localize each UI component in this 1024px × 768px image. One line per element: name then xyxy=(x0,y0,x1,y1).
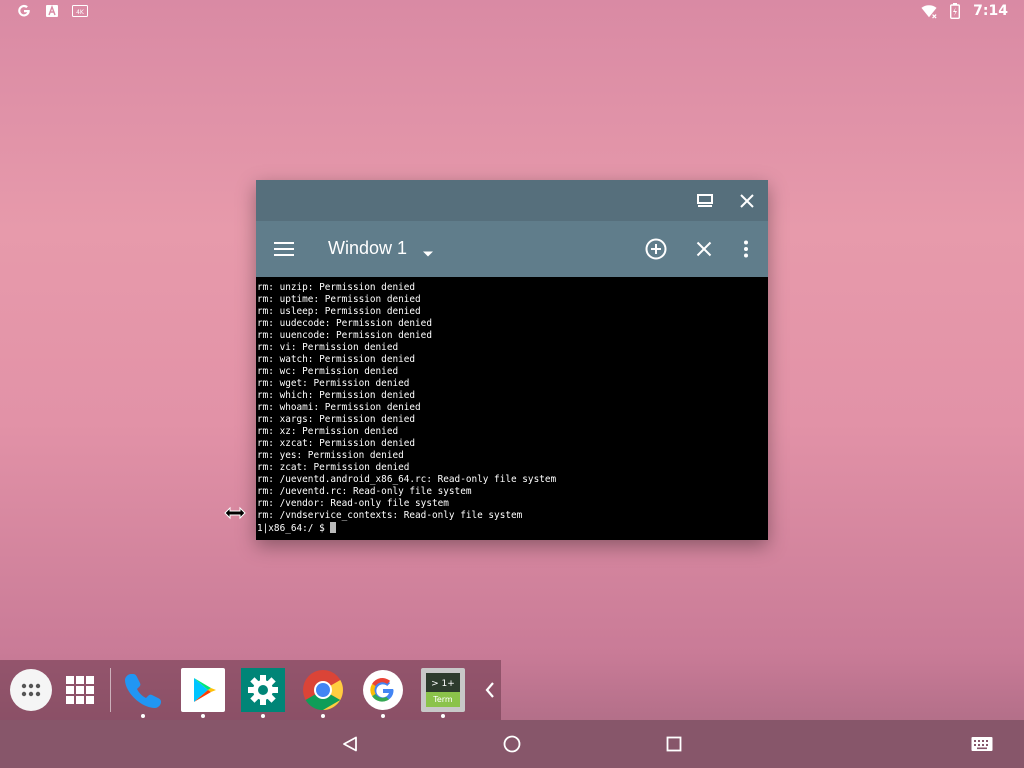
keyboard-icon xyxy=(971,737,993,751)
back-triangle-icon xyxy=(343,736,357,752)
all-apps-button[interactable] xyxy=(9,668,53,712)
terminal-line: rm: zcat: Permission denied xyxy=(257,462,410,473)
phone-running-indicator xyxy=(141,714,145,718)
taskbar: > 1+ Term xyxy=(0,660,501,720)
google-running-indicator xyxy=(381,714,385,718)
google-g-icon xyxy=(16,3,32,19)
all-apps-icon xyxy=(10,669,52,711)
terminal-prompt: 1|x86_64:/ $ xyxy=(257,523,331,534)
dropdown-arrow-icon xyxy=(423,251,433,257)
chevron-left-icon xyxy=(485,682,494,698)
terminal-line: rm: xargs: Permission denied xyxy=(257,414,416,425)
terminal-running-indicator xyxy=(441,714,445,718)
terminal-line: rm: /vndservice_contexts: Read-only file… xyxy=(257,510,523,521)
play-store-app-button[interactable] xyxy=(181,668,225,712)
resize-horizontal-cursor-icon xyxy=(224,505,246,524)
window-caption-bar[interactable] xyxy=(256,180,768,221)
text-a-icon xyxy=(44,3,60,19)
navigation-bar xyxy=(0,720,1024,768)
terminal-line: rm: vi: Permission denied xyxy=(257,342,399,353)
terminal-line: rm: xz: Permission denied xyxy=(257,426,399,437)
settings-gear-icon xyxy=(241,668,285,712)
terminal-line: rm: uuencode: Permission denied xyxy=(257,330,432,341)
settings-running-indicator xyxy=(261,714,265,718)
wifi-icon xyxy=(921,3,937,19)
terminal-line: rm: xzcat: Permission denied xyxy=(257,438,416,449)
taskbar-divider xyxy=(110,668,111,712)
keyboard-button[interactable] xyxy=(970,732,994,756)
text-cursor xyxy=(330,522,337,533)
home-button[interactable] xyxy=(500,732,524,756)
terminal-line: rm: wc: Permission denied xyxy=(257,366,399,377)
taskbar-collapse-button[interactable] xyxy=(478,668,502,712)
clock: 7:14 xyxy=(973,3,1008,19)
back-button[interactable] xyxy=(338,732,362,756)
status-bar: 4K 7:14 xyxy=(0,0,1024,24)
terminal-line: rm: whoami: Permission denied xyxy=(257,402,421,413)
google-icon xyxy=(363,670,403,710)
chrome-app-button[interactable] xyxy=(301,668,345,712)
recents-square-icon xyxy=(666,736,682,752)
chrome-running-indicator xyxy=(321,714,325,718)
close-icon xyxy=(696,241,712,257)
svg-text:4K: 4K xyxy=(76,9,85,16)
4k-icon: 4K xyxy=(72,3,88,19)
window-close-button[interactable] xyxy=(736,190,758,212)
grid-icon xyxy=(66,676,94,704)
menu-button[interactable] xyxy=(272,237,296,261)
terminal-line: rm: uptime: Permission denied xyxy=(257,294,421,305)
new-window-button[interactable] xyxy=(644,237,668,261)
home-circle-icon xyxy=(503,735,521,753)
maximize-icon xyxy=(697,194,713,207)
terminal-lines: rm: unzip: Permission denied rm: uptime: … xyxy=(257,282,768,522)
terminal-output[interactable]: rm: unzip: Permission denied rm: uptime: … xyxy=(256,277,768,540)
google-app-button[interactable] xyxy=(361,668,405,712)
play-store-icon xyxy=(181,668,225,712)
terminal-line: rm: uudecode: Permission denied xyxy=(257,318,432,329)
battery-icon xyxy=(947,3,963,19)
terminal-line: rm: which: Permission denied xyxy=(257,390,416,401)
terminal-icon-label: Term xyxy=(432,695,453,704)
close-window-button[interactable] xyxy=(692,237,716,261)
terminal-line: rm: wget: Permission denied xyxy=(257,378,410,389)
terminal-app-button[interactable]: > 1+ Term xyxy=(421,668,465,712)
recents-button[interactable] xyxy=(662,732,686,756)
hamburger-menu-icon xyxy=(274,242,294,256)
window-dropdown-button[interactable] xyxy=(422,243,434,262)
terminal-icon-text: > 1+ xyxy=(431,679,455,689)
maximize-button[interactable] xyxy=(694,190,716,212)
terminal-line: rm: unzip: Permission denied xyxy=(257,282,416,293)
terminal-line: rm: usleep: Permission denied xyxy=(257,306,421,317)
app-toolbar: Window 1 xyxy=(256,221,768,277)
terminal-window[interactable]: Window 1 rm: unzip: Permission denied rm:… xyxy=(256,180,768,540)
terminal-line: rm: /vendor: Read-only file system xyxy=(257,498,449,509)
close-icon xyxy=(740,194,754,208)
terminal-line: rm: yes: Permission denied xyxy=(257,450,404,461)
overflow-menu-button[interactable] xyxy=(734,237,758,261)
window-title[interactable]: Window 1 xyxy=(328,238,407,259)
add-circle-icon xyxy=(645,238,667,260)
terminal-app-icon: > 1+ Term xyxy=(421,668,465,712)
recents-grid-button[interactable] xyxy=(58,668,102,712)
phone-app-button[interactable] xyxy=(121,668,165,712)
chrome-icon xyxy=(303,670,343,710)
settings-app-button[interactable] xyxy=(241,668,285,712)
phone-icon xyxy=(125,674,161,708)
play-store-running-indicator xyxy=(201,714,205,718)
terminal-line: rm: /ueventd.android_x86_64.rc: Read-onl… xyxy=(257,474,557,485)
terminal-line: rm: /ueventd.rc: Read-only file system xyxy=(257,486,472,497)
terminal-line: rm: watch: Permission denied xyxy=(257,354,416,365)
more-vert-icon xyxy=(744,240,748,258)
